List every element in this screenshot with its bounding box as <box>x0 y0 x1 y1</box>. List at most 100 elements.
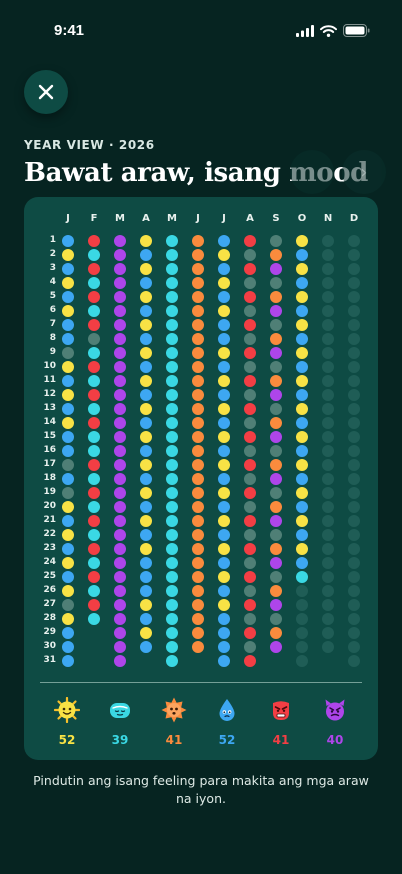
day-dot[interactable] <box>296 333 308 345</box>
day-dot[interactable] <box>166 501 178 513</box>
day-dot[interactable] <box>62 403 74 415</box>
day-dot[interactable] <box>140 375 152 387</box>
day-dot[interactable] <box>322 417 334 429</box>
day-dot[interactable] <box>270 417 282 429</box>
day-dot[interactable] <box>348 613 360 625</box>
day-dot[interactable] <box>114 627 126 639</box>
day-dot[interactable] <box>322 557 334 569</box>
day-dot[interactable] <box>166 403 178 415</box>
day-dot[interactable] <box>140 291 152 303</box>
day-dot[interactable] <box>62 347 74 359</box>
day-dot[interactable] <box>88 473 100 485</box>
day-dot[interactable] <box>296 403 308 415</box>
day-dot[interactable] <box>244 417 256 429</box>
day-dot[interactable] <box>270 249 282 261</box>
day-dot[interactable] <box>166 599 178 611</box>
day-dot[interactable] <box>114 417 126 429</box>
mood-filter-devil[interactable]: 40 <box>315 697 355 747</box>
day-dot[interactable] <box>140 333 152 345</box>
day-dot[interactable] <box>296 417 308 429</box>
day-dot[interactable] <box>322 291 334 303</box>
day-dot[interactable] <box>322 627 334 639</box>
day-dot[interactable] <box>296 613 308 625</box>
day-dot[interactable] <box>322 431 334 443</box>
day-dot[interactable] <box>244 277 256 289</box>
day-dot[interactable] <box>296 263 308 275</box>
day-dot[interactable] <box>62 417 74 429</box>
day-dot[interactable] <box>140 571 152 583</box>
day-dot[interactable] <box>322 445 334 457</box>
day-dot[interactable] <box>296 627 308 639</box>
day-dot[interactable] <box>192 585 204 597</box>
day-dot[interactable] <box>322 277 334 289</box>
day-dot[interactable] <box>348 305 360 317</box>
day-dot[interactable] <box>322 529 334 541</box>
day-dot[interactable] <box>218 501 230 513</box>
day-dot[interactable] <box>192 249 204 261</box>
day-dot[interactable] <box>192 599 204 611</box>
day-dot[interactable] <box>348 431 360 443</box>
mood-filter-drop[interactable]: 52 <box>207 697 247 747</box>
day-dot[interactable] <box>192 375 204 387</box>
day-dot[interactable] <box>296 431 308 443</box>
day-dot[interactable] <box>244 445 256 457</box>
day-dot[interactable] <box>218 431 230 443</box>
day-dot[interactable] <box>192 501 204 513</box>
day-dot[interactable] <box>140 585 152 597</box>
day-dot[interactable] <box>296 655 308 667</box>
day-dot[interactable] <box>62 585 74 597</box>
day-dot[interactable] <box>218 403 230 415</box>
day-dot[interactable] <box>88 249 100 261</box>
day-dot[interactable] <box>270 263 282 275</box>
day-dot[interactable] <box>270 319 282 331</box>
day-dot[interactable] <box>244 613 256 625</box>
day-dot[interactable] <box>270 445 282 457</box>
close-button[interactable] <box>24 70 68 114</box>
day-dot[interactable] <box>140 627 152 639</box>
day-dot[interactable] <box>114 249 126 261</box>
day-dot[interactable] <box>270 389 282 401</box>
day-dot[interactable] <box>192 389 204 401</box>
day-dot[interactable] <box>322 347 334 359</box>
day-dot[interactable] <box>348 571 360 583</box>
day-dot[interactable] <box>140 235 152 247</box>
day-dot[interactable] <box>192 543 204 555</box>
day-dot[interactable] <box>140 557 152 569</box>
day-dot[interactable] <box>322 319 334 331</box>
day-dot[interactable] <box>114 305 126 317</box>
day-dot[interactable] <box>218 487 230 499</box>
day-dot[interactable] <box>62 515 74 527</box>
day-dot[interactable] <box>114 389 126 401</box>
day-dot[interactable] <box>270 543 282 555</box>
day-dot[interactable] <box>192 263 204 275</box>
day-dot[interactable] <box>296 249 308 261</box>
day-dot[interactable] <box>88 361 100 373</box>
day-dot[interactable] <box>296 361 308 373</box>
day-dot[interactable] <box>62 501 74 513</box>
day-dot[interactable] <box>244 641 256 653</box>
day-dot[interactable] <box>348 655 360 667</box>
mood-filter-calm[interactable]: 39 <box>100 697 140 747</box>
day-dot[interactable] <box>244 375 256 387</box>
day-dot[interactable] <box>296 599 308 611</box>
day-dot[interactable] <box>322 515 334 527</box>
day-dot[interactable] <box>62 445 74 457</box>
day-dot[interactable] <box>192 459 204 471</box>
day-dot[interactable] <box>140 361 152 373</box>
day-dot[interactable] <box>62 571 74 583</box>
day-dot[interactable] <box>114 277 126 289</box>
day-dot[interactable] <box>218 571 230 583</box>
day-dot[interactable] <box>296 277 308 289</box>
day-dot[interactable] <box>192 613 204 625</box>
day-dot[interactable] <box>218 417 230 429</box>
day-dot[interactable] <box>88 389 100 401</box>
day-dot[interactable] <box>88 571 100 583</box>
day-dot[interactable] <box>348 277 360 289</box>
day-dot[interactable] <box>244 235 256 247</box>
day-dot[interactable] <box>244 347 256 359</box>
day-dot[interactable] <box>166 529 178 541</box>
day-dot[interactable] <box>62 319 74 331</box>
day-dot[interactable] <box>218 319 230 331</box>
day-dot[interactable] <box>114 235 126 247</box>
day-dot[interactable] <box>140 641 152 653</box>
